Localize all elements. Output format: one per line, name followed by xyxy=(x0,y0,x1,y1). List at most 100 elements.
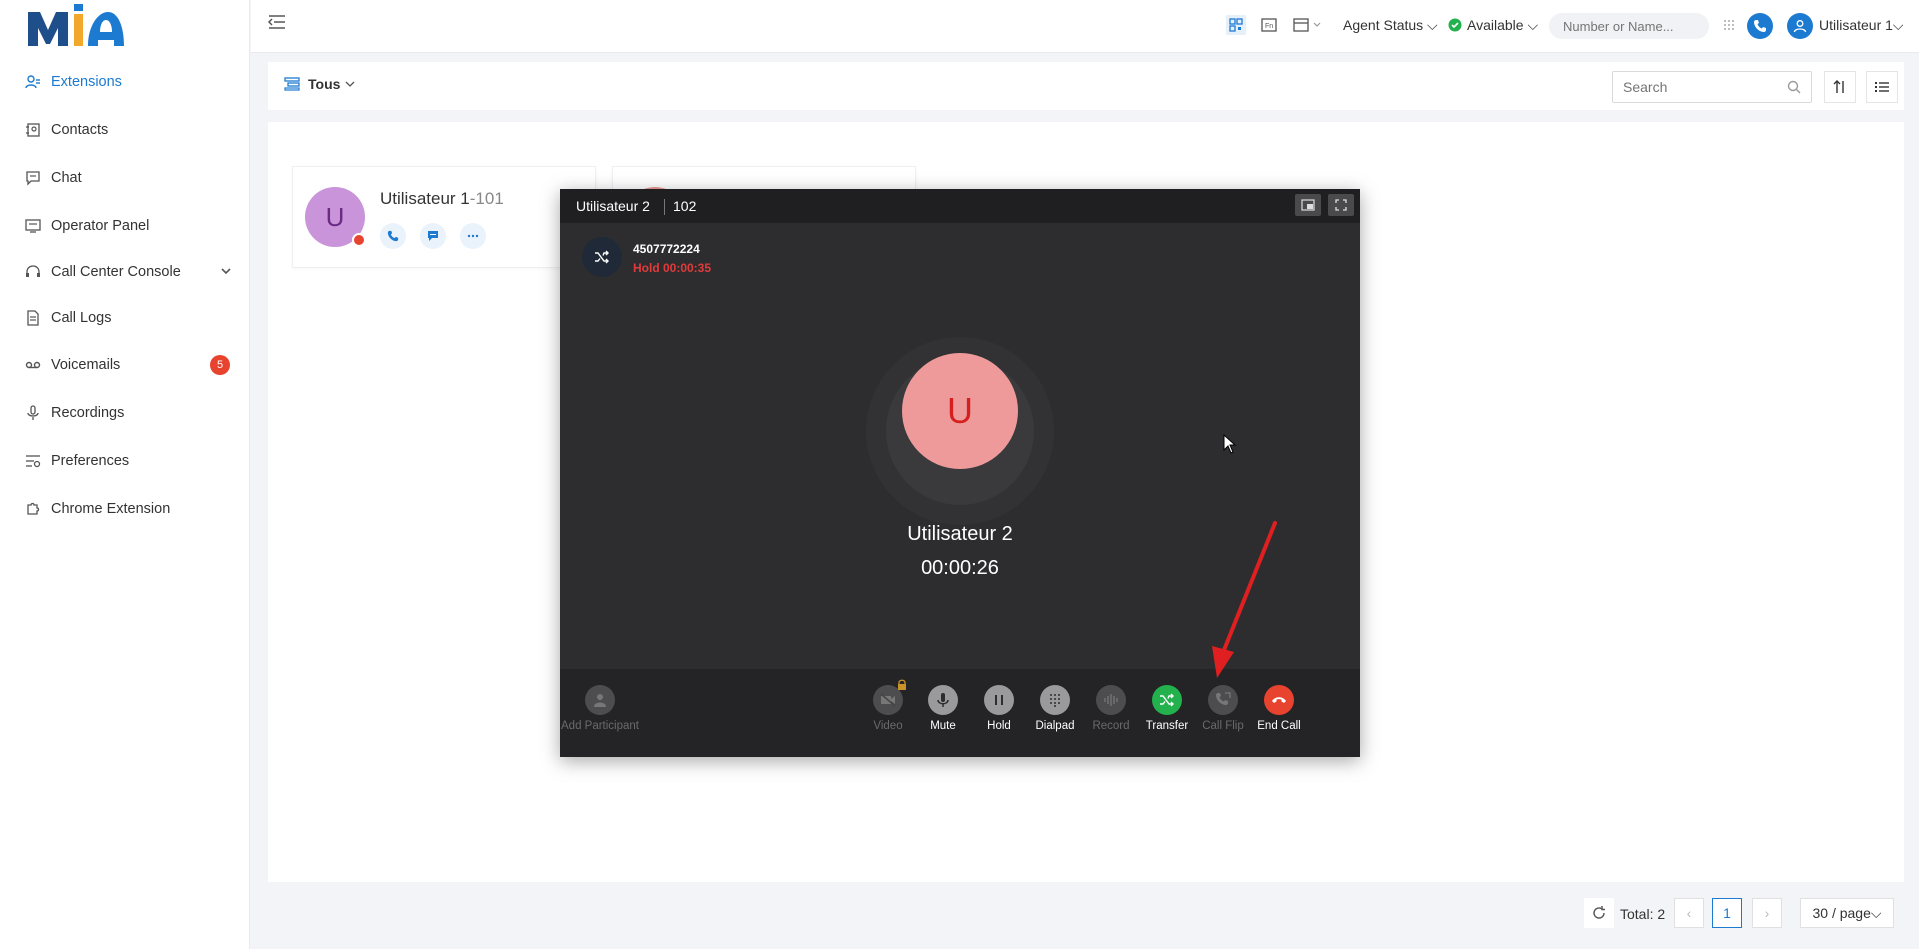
chat-icon xyxy=(428,231,438,241)
held-call-status: Hold 00:00:35 xyxy=(633,261,712,275)
chat-extension-button[interactable] xyxy=(420,223,446,249)
search-input[interactable] xyxy=(1613,72,1773,102)
end-call-button[interactable]: End Call xyxy=(1244,685,1314,732)
fullscreen-icon xyxy=(1335,199,1347,211)
more-options-button[interactable] xyxy=(460,223,486,249)
next-page-button[interactable]: › xyxy=(1752,898,1782,928)
sidebar: Extensions Contacts Chat Operator Panel … xyxy=(0,0,250,949)
sidebar-item-preferences[interactable]: Preferences xyxy=(0,443,250,479)
sidebar-item-chat[interactable]: Chat xyxy=(0,160,250,196)
previous-page-button[interactable]: ‹ xyxy=(1674,898,1704,928)
control-label: Add Participant xyxy=(561,720,639,732)
pagination-total: Total: 2 xyxy=(1620,906,1666,922)
operator-panel-icon xyxy=(25,218,41,234)
sidebar-item-label: Operator Panel xyxy=(51,218,150,234)
dialpad-icon xyxy=(1040,685,1070,715)
dial-number-input[interactable] xyxy=(1549,13,1709,39)
transfer-icon xyxy=(1152,685,1182,715)
control-label: End Call xyxy=(1257,720,1301,732)
control-label: Transfer xyxy=(1145,720,1189,732)
refresh-button[interactable] xyxy=(1584,898,1614,928)
preferences-icon xyxy=(25,453,41,469)
contacts-icon xyxy=(25,122,41,138)
header-divider xyxy=(664,199,665,215)
lock-icon xyxy=(898,679,906,690)
user-icon xyxy=(1793,20,1807,33)
sidebar-item-call-logs[interactable]: Call Logs xyxy=(0,300,250,336)
control-label: Call Flip xyxy=(1202,720,1244,732)
mouse-cursor-icon xyxy=(1223,434,1237,454)
call-window-header[interactable]: Utilisateur 2 102 xyxy=(560,189,1360,223)
headset-icon xyxy=(25,264,41,280)
call-controls-bar: Add Participant Video Mute Hold Dialpad … xyxy=(560,669,1360,757)
pause-icon xyxy=(984,685,1014,715)
extension-name-text: Utilisateur 1 xyxy=(380,189,470,208)
waveform-icon xyxy=(1096,685,1126,715)
app-logo xyxy=(28,4,124,46)
call-title: Utilisateur 2 xyxy=(576,198,650,214)
sidebar-item-label: Extensions xyxy=(51,74,122,90)
dial-call-button[interactable] xyxy=(1747,13,1773,39)
function-key-icon[interactable]: Fn xyxy=(1259,15,1279,35)
call-extension: 102 xyxy=(673,198,697,214)
sidebar-item-chrome-extension[interactable]: Chrome Extension xyxy=(0,491,250,527)
collapse-menu-icon[interactable] xyxy=(267,13,287,31)
layout-icon[interactable] xyxy=(1293,15,1323,35)
red-annotation-arrow xyxy=(1212,521,1277,678)
sidebar-item-label: Recordings xyxy=(51,405,125,421)
sidebar-item-label: Contacts xyxy=(51,122,109,138)
held-call-number: 4507772224 xyxy=(633,242,700,256)
list-view-button[interactable] xyxy=(1866,71,1898,103)
user-name: Utilisateur 1 xyxy=(1819,17,1893,33)
top-header: Fn Agent Status ⌵ Available ⌵ Utilisateu… xyxy=(251,0,1919,53)
sidebar-item-operator-panel[interactable]: Operator Panel xyxy=(0,208,250,244)
phone-icon xyxy=(1754,20,1766,32)
voicemail-count-badge: 5 xyxy=(210,355,230,375)
control-label: Dialpad xyxy=(1035,720,1075,732)
add-participant-icon xyxy=(585,685,615,715)
held-call-icon[interactable] xyxy=(582,237,622,277)
call-extension-button[interactable] xyxy=(380,223,406,249)
sidebar-item-label: Preferences xyxy=(51,453,130,469)
extension-number: -101 xyxy=(469,189,504,208)
phone-icon xyxy=(387,230,399,242)
control-label: Hold xyxy=(987,720,1011,732)
filter-dropdown[interactable]: Tous xyxy=(284,76,356,92)
filter-group-icon xyxy=(284,77,300,91)
sidebar-item-voicemails[interactable]: Voicemails 5 xyxy=(0,347,250,383)
available-status-icon xyxy=(1447,17,1463,33)
microphone-icon xyxy=(25,405,41,421)
agent-status-dropdown[interactable]: Agent Status ⌵ xyxy=(1343,17,1438,34)
extension-card[interactable]: U Utilisateur 1-101 xyxy=(292,166,596,268)
sidebar-item-extensions[interactable]: Extensions xyxy=(0,64,250,100)
extension-name: Utilisateur 1-101 xyxy=(380,189,504,209)
control-label: Video xyxy=(873,720,903,732)
sidebar-item-contacts[interactable]: Contacts xyxy=(0,112,250,148)
add-participant-button[interactable]: Add Participant xyxy=(561,685,639,732)
sidebar-item-label: Call Logs xyxy=(51,310,112,326)
sidebar-item-recordings[interactable]: Recordings xyxy=(0,395,250,431)
sidebar-item-label: Chat xyxy=(51,170,82,186)
user-menu-dropdown[interactable]: Utilisateur 1⌵ xyxy=(1819,17,1904,34)
chevron-down-icon xyxy=(345,81,355,87)
availability-label: Available xyxy=(1467,17,1524,33)
refresh-icon xyxy=(1593,906,1605,919)
more-icon xyxy=(467,234,479,238)
qr-code-icon[interactable] xyxy=(1226,15,1246,35)
picture-in-picture-button[interactable] xyxy=(1295,194,1321,216)
voicemail-icon xyxy=(25,357,41,373)
filter-label: Tous xyxy=(308,76,341,92)
caller-avatar: U xyxy=(902,353,1018,469)
user-avatar[interactable] xyxy=(1787,13,1813,39)
availability-dropdown[interactable]: Available ⌵ xyxy=(1467,17,1538,34)
dialpad-grid-icon[interactable] xyxy=(1722,16,1736,36)
sidebar-item-call-center-console[interactable]: Call Center Console xyxy=(0,254,250,290)
extensions-toolbar: Tous xyxy=(268,62,1904,110)
chevron-down-icon[interactable] xyxy=(220,265,232,280)
current-page[interactable]: 1 xyxy=(1712,898,1742,928)
sort-button[interactable] xyxy=(1824,71,1856,103)
chat-icon xyxy=(25,170,41,186)
extension-search-box[interactable] xyxy=(1612,71,1812,103)
page-size-select[interactable]: 30 / page ⌵ xyxy=(1800,898,1894,928)
fullscreen-button[interactable] xyxy=(1328,194,1354,216)
